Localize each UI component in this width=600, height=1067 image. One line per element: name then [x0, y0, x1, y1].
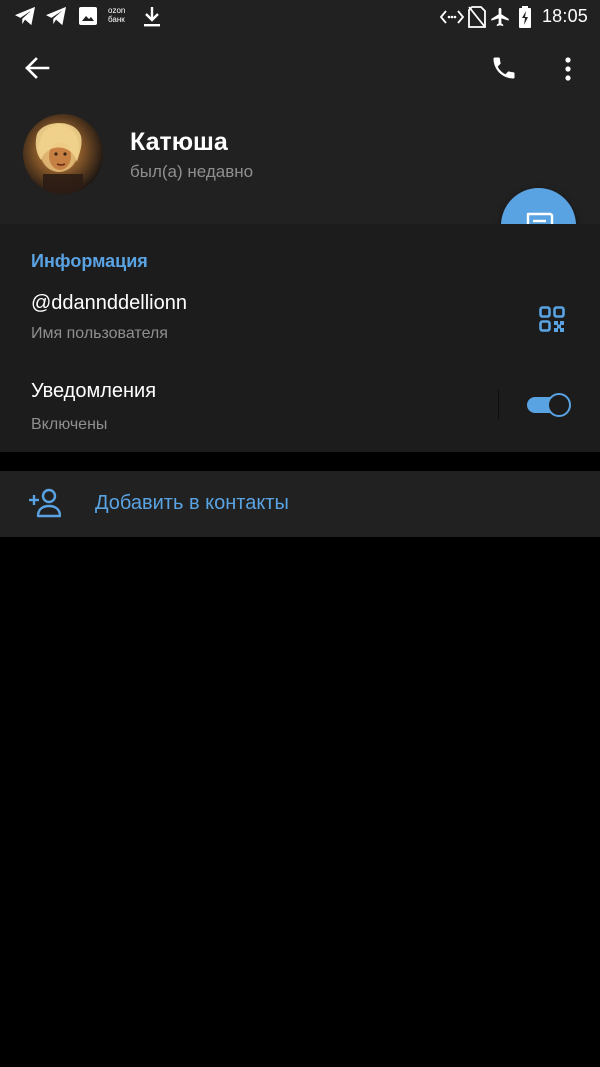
- code-icon: [440, 10, 464, 24]
- toggle-knob: [547, 393, 571, 417]
- add-contact-label: Добавить в контакты: [95, 492, 289, 514]
- avatar[interactable]: [23, 114, 103, 194]
- more-vert-icon[interactable]: [563, 57, 573, 81]
- no-sim-icon: [468, 6, 486, 28]
- last-seen-status: был(а) недавно: [130, 162, 254, 181]
- contact-name: Катюша: [130, 128, 228, 156]
- clock: 18:05: [541, 6, 588, 26]
- image-icon: [79, 7, 97, 25]
- battery-icon: [519, 6, 531, 28]
- notifications-label[interactable]: Уведомления: [31, 380, 156, 403]
- airplane-icon: [491, 7, 509, 27]
- username-value[interactable]: @ddannddellionn: [31, 292, 187, 315]
- username-caption: Имя пользователя: [31, 325, 168, 342]
- add-contact-icon: [29, 488, 61, 518]
- notifications-status: Включены: [31, 416, 108, 433]
- empty-area: [0, 537, 600, 1067]
- section-title: Информация: [31, 251, 148, 271]
- telegram-icon: [46, 6, 66, 26]
- add-contact-button[interactable]: Добавить в контакты: [0, 471, 600, 537]
- status-bar: ozon банк 18:05: [0, 0, 600, 34]
- phone-icon[interactable]: [490, 54, 518, 82]
- divider: [498, 390, 499, 420]
- ozon-bank-icon: ozon банк: [108, 6, 126, 24]
- download-icon: [144, 7, 160, 27]
- notifications-toggle[interactable]: [527, 393, 571, 417]
- info-section: Информация @ddannddellionn Имя пользоват…: [0, 224, 600, 452]
- back-arrow-icon[interactable]: [24, 56, 50, 80]
- qr-code-icon[interactable]: [539, 306, 565, 332]
- avatar-photo: [23, 114, 103, 194]
- telegram-icon: [15, 6, 35, 26]
- app-bar: [0, 34, 600, 104]
